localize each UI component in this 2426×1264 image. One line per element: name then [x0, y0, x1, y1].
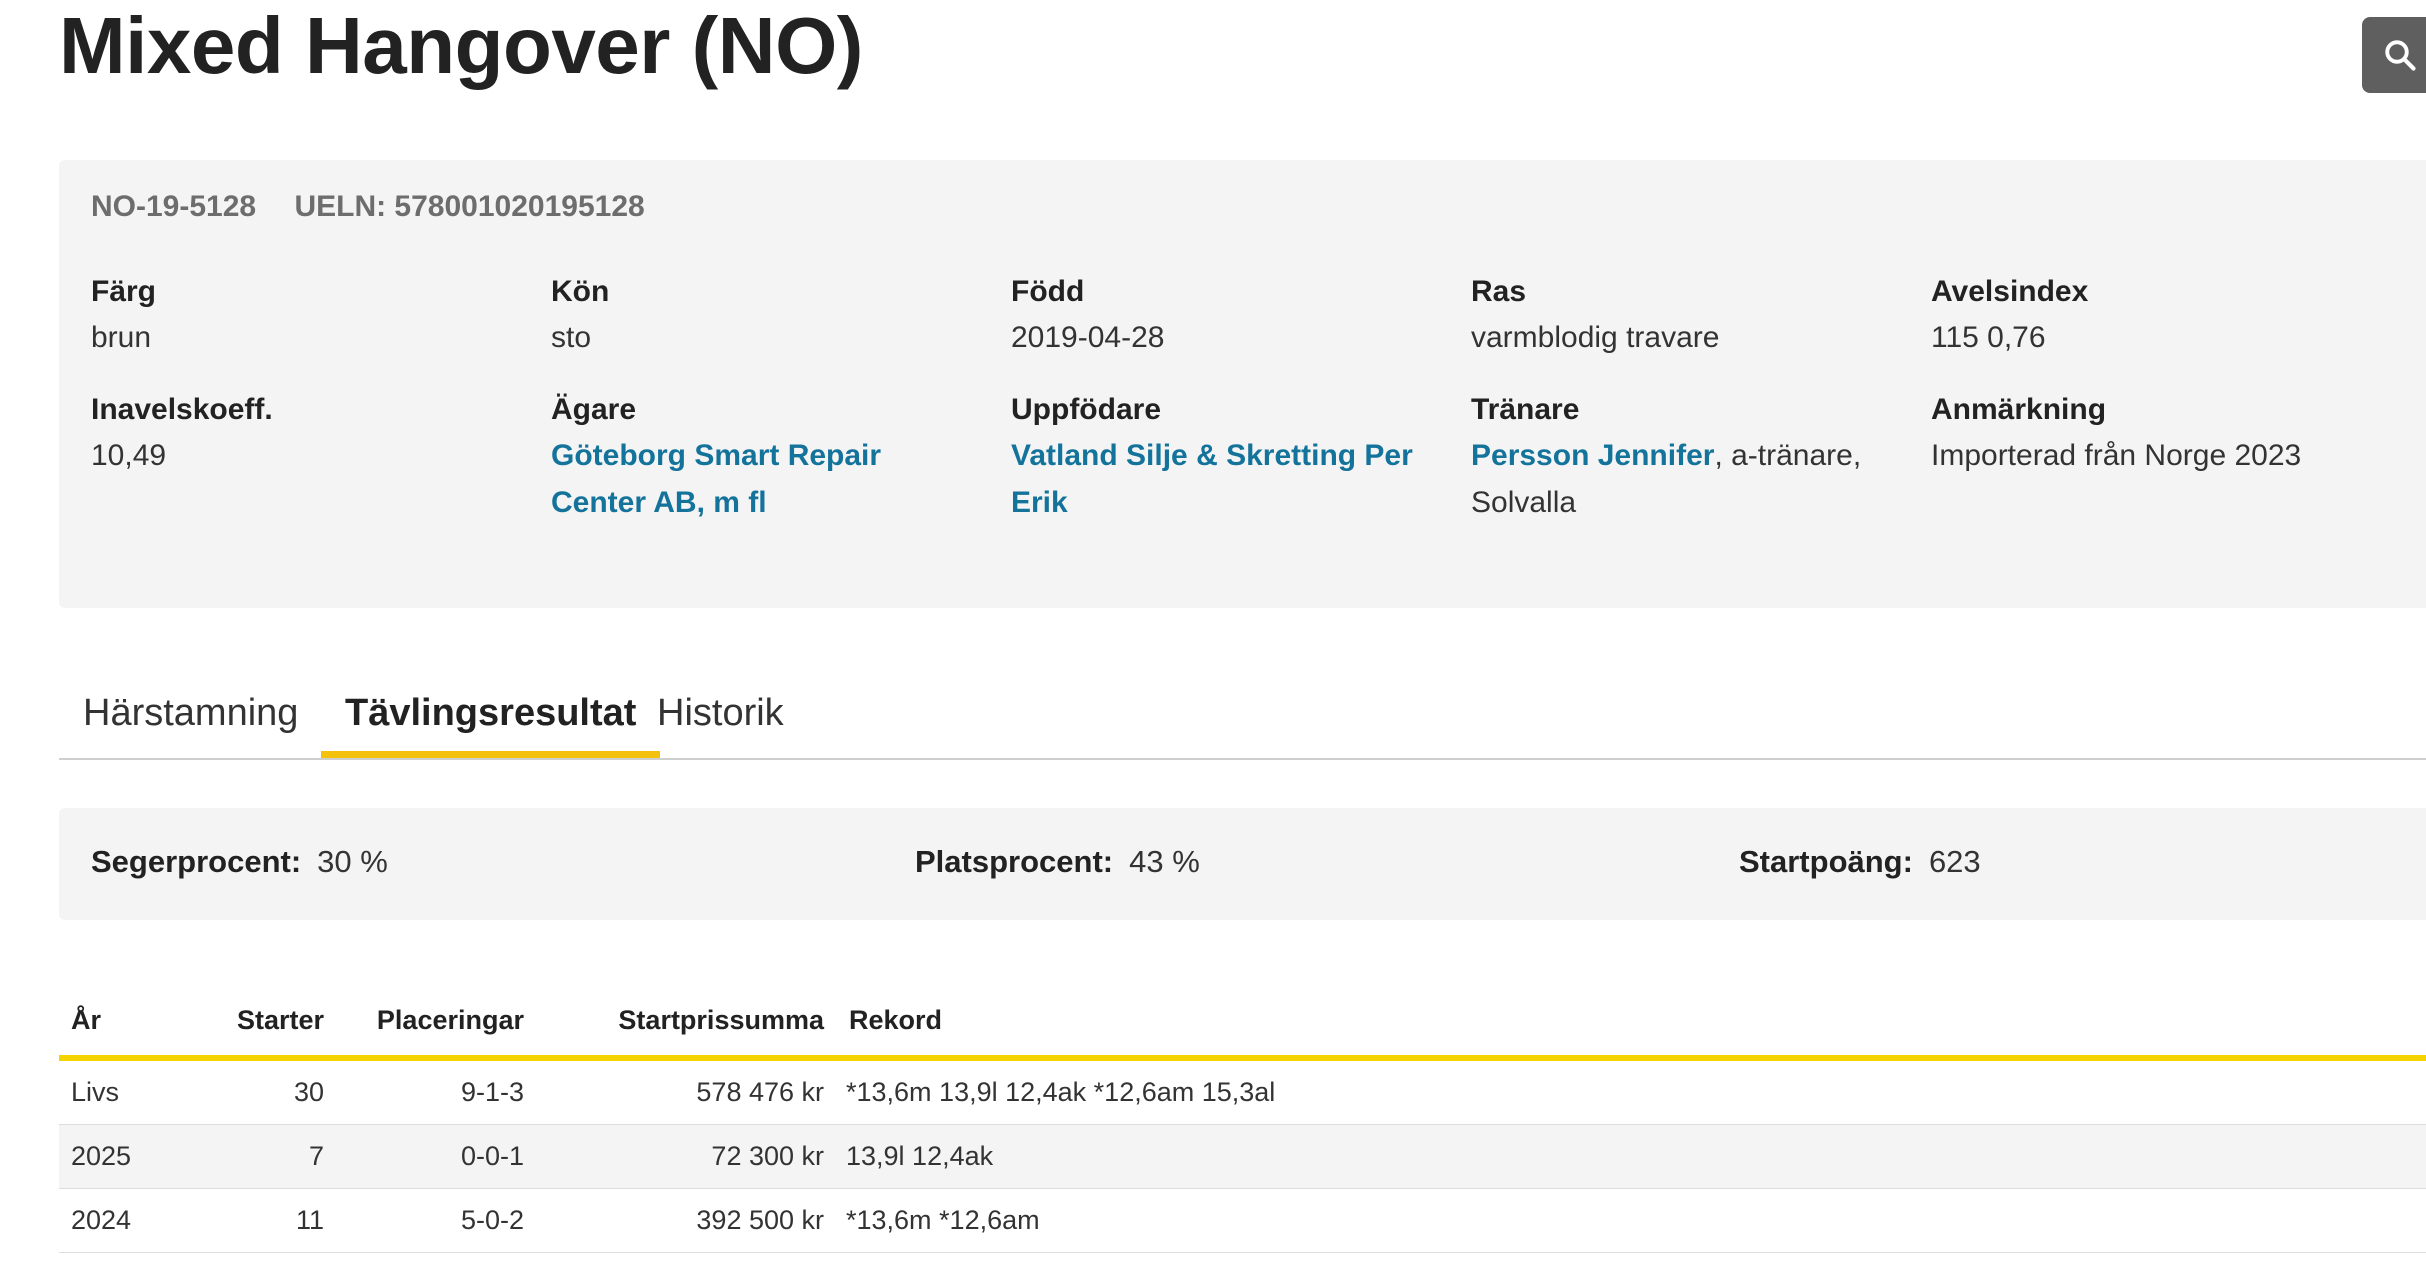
- cell-starter: 7: [308, 1141, 324, 1171]
- cell-startprissumma: 392 500 kr: [696, 1205, 824, 1235]
- table-row: 2024 11 5-0-2 392 500 kr *13,6m *12,6am: [59, 1189, 2426, 1253]
- field-value: 10,49: [91, 439, 167, 472]
- cell-placeringar: 9-1-3: [460, 1077, 524, 1107]
- field-label: Tränare: [1471, 393, 1580, 426]
- cell-startprissumma: 72 300 kr: [711, 1141, 824, 1171]
- field-value: Importerad från Norge 2023: [1931, 439, 2302, 472]
- field-label: Uppfödare: [1011, 393, 1161, 426]
- field-label: Färg: [91, 275, 157, 308]
- cell-ar: 2025: [71, 1141, 132, 1171]
- cell-starter: 30: [293, 1077, 324, 1107]
- stat-value: 43 %: [1129, 844, 1200, 879]
- field-label: Ras: [1471, 275, 1527, 308]
- column-header-placeringar[interactable]: Placeringar: [377, 1005, 524, 1036]
- tab-harstamning[interactable]: Härstamning: [59, 678, 322, 758]
- field-ras: Ras varmblodig travare: [1471, 270, 1911, 361]
- field-value: 115 0,76: [1931, 321, 2046, 354]
- results-table: År Starter Placeringar Startprissumma Re…: [59, 975, 2426, 1253]
- search-icon: [2385, 40, 2416, 71]
- field-label: Avelsindex: [1931, 275, 2089, 308]
- field-label: Ägare: [551, 393, 637, 426]
- field-value: 2019-04-28: [1011, 321, 1165, 354]
- page-title: Mixed Hangover (NO): [59, 1, 863, 90]
- field-label: Anmärkning: [1931, 393, 2107, 426]
- cell-rekord: *13,6m 13,9l 12,4ak *12,6am 15,3al: [846, 1077, 1276, 1107]
- horse-profile-page: Mixed Hangover (NO) NO-19-5128 UELN: 578…: [0, 0, 2426, 1264]
- field-label: Inavelskoeff.: [91, 393, 273, 426]
- stat-startpoang: Startpoäng: 623: [1739, 844, 1981, 880]
- field-label: Kön: [551, 275, 610, 308]
- field-value: brun: [91, 321, 152, 354]
- field-farg: Färg brun: [91, 270, 531, 361]
- column-header-rekord[interactable]: Rekord: [849, 1005, 942, 1036]
- table-header: År Starter Placeringar Startprissumma Re…: [59, 975, 2426, 1061]
- field-label: Född: [1011, 275, 1085, 308]
- field-value: sto: [551, 321, 592, 354]
- search-button[interactable]: [2362, 17, 2426, 93]
- cell-placeringar: 5-0-2: [460, 1205, 524, 1235]
- cell-rekord: 13,9l 12,4ak: [846, 1141, 994, 1171]
- tab-bar: Härstamning Tävlingsresultat Historik: [59, 660, 2426, 760]
- cell-rekord: *13,6m *12,6am: [846, 1205, 1040, 1235]
- horse-info-panel: NO-19-5128 UELN: 578001020195128 Färg br…: [59, 160, 2426, 608]
- stat-segerprocent: Segerprocent: 30 %: [91, 844, 388, 880]
- cell-startprissumma: 578 476 kr: [696, 1077, 824, 1107]
- field-inavelskoeff: Inavelskoeff. 10,49: [91, 388, 531, 479]
- stat-label: Startpoäng:: [1739, 844, 1913, 879]
- field-agare: Ägare Göteborg Smart Repair Center AB, m…: [551, 388, 951, 526]
- field-kon: Kön sto: [551, 270, 991, 361]
- table-row: Livs 30 9-1-3 578 476 kr *13,6m 13,9l 12…: [59, 1061, 2426, 1125]
- tab-historik[interactable]: Historik: [633, 678, 808, 758]
- tab-tavlingsresultat[interactable]: Tävlingsresultat: [321, 678, 661, 758]
- field-value: varmblodig travare: [1471, 321, 1720, 354]
- cell-placeringar: 0-0-1: [460, 1141, 524, 1171]
- field-anmarkning: Anmärkning Importerad från Norge 2023: [1931, 388, 2426, 479]
- stat-value: 623: [1928, 844, 1981, 879]
- ueln-number: UELN: 578001020195128: [294, 190, 645, 223]
- field-avelsindex: Avelsindex 115 0,76: [1931, 270, 2371, 361]
- stat-platsprocent: Platsprocent: 43 %: [915, 844, 1200, 880]
- table-row: 2025 7 0-0-1 72 300 kr 13,9l 12,4ak: [59, 1125, 2426, 1189]
- trainer-link[interactable]: Persson Jennifer: [1471, 439, 1714, 472]
- field-tranare: Tränare Persson Jennifer, a-tränare, Sol…: [1471, 388, 1891, 526]
- cell-ar: 2024: [71, 1205, 132, 1235]
- field-fodd: Född 2019-04-28: [1011, 270, 1451, 361]
- registration-number: NO-19-5128: [91, 190, 257, 223]
- stat-value: 30 %: [317, 844, 388, 879]
- stat-label: Segerprocent:: [91, 844, 302, 879]
- column-header-starter[interactable]: Starter: [237, 1005, 324, 1036]
- horse-identifiers: NO-19-5128 UELN: 578001020195128: [91, 190, 675, 224]
- column-header-startprissumma[interactable]: Startprissumma: [618, 1005, 824, 1036]
- breeder-link[interactable]: Vatland Silje & Skretting Per Erik: [1011, 439, 1413, 519]
- cell-ar: Livs: [71, 1077, 120, 1107]
- race-stats-panel: Segerprocent: 30 % Platsprocent: 43 % Star…: [59, 808, 2426, 920]
- field-uppfodare: Uppfödare Vatland Silje & Skretting Per …: [1011, 388, 1431, 526]
- column-header-ar[interactable]: År: [71, 1005, 101, 1036]
- cell-starter: 11: [295, 1205, 324, 1235]
- stat-label: Platsprocent:: [915, 844, 1114, 879]
- owner-link[interactable]: Göteborg Smart Repair Center AB, m fl: [551, 439, 881, 519]
